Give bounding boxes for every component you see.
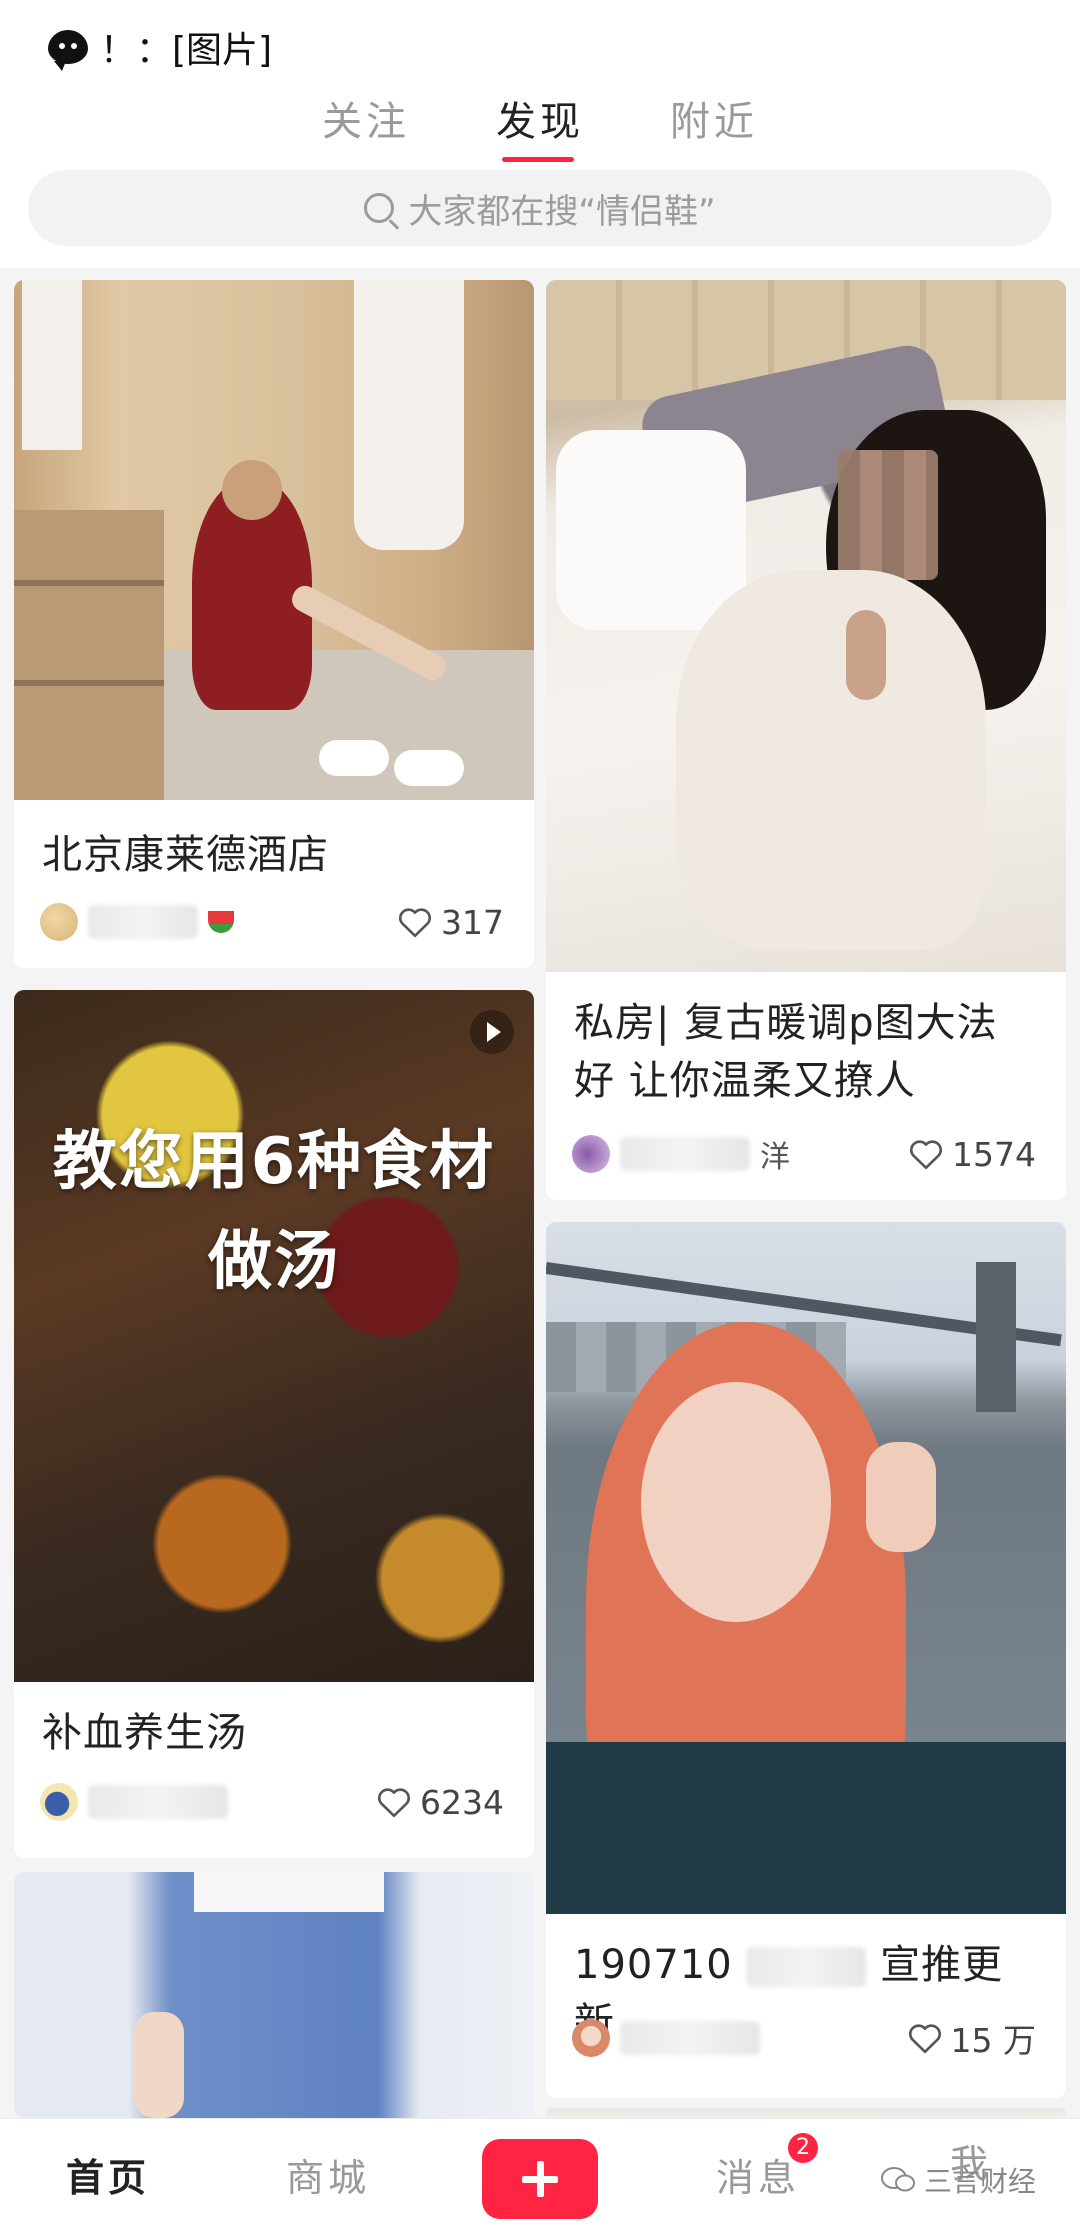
top-header: ！：[图片] 关注 发现 附近 大家都在搜“情侣鞋”: [0, 0, 1080, 268]
title-blurred: [746, 1947, 867, 1987]
like-count: 317: [441, 902, 504, 942]
author-name-blurred: [620, 2021, 760, 2055]
video-caption-line2: 做汤: [208, 1225, 340, 1299]
like-button[interactable]: 6234: [376, 1783, 504, 1822]
card-title: 北京康莱德酒店: [42, 832, 329, 878]
pixelated-face: [838, 450, 938, 580]
like-count: 15 万: [950, 2021, 1036, 2060]
search-icon: [364, 193, 395, 223]
watermelon-icon: [208, 911, 234, 933]
heart-icon: [910, 1140, 942, 1170]
feed-card-photo-editing[interactable]: 私房| 复古暖调p图大法 好 让你温柔又撩人 洋 1574: [546, 280, 1066, 1200]
feed-card-soup[interactable]: 教您用6种食材 做汤 补血养生汤 6234: [14, 990, 534, 1858]
author[interactable]: 洋: [572, 1132, 790, 1176]
feed-card-hotel[interactable]: 北京康莱德酒店 317: [14, 280, 534, 968]
author[interactable]: [40, 1783, 228, 1821]
feed-card-skirt[interactable]: [14, 1872, 534, 2118]
watermark: 三言财经: [880, 2160, 1036, 2200]
watermark-text: 三言财经: [924, 2165, 1037, 2198]
wechat-watermark-icon: [881, 2167, 915, 2192]
author-name-suffix: 洋: [760, 1140, 790, 1175]
nav-messages[interactable]: 消息: [716, 2147, 800, 2202]
search-bar[interactable]: 大家都在搜“情侣鞋”: [28, 170, 1052, 246]
top-tabs: 关注 发现 附近: [0, 92, 1080, 162]
card-meta: 15 万: [572, 2016, 1036, 2060]
search-placeholder: 大家都在搜“情侣鞋”: [408, 191, 716, 232]
messages-badge: 2: [788, 2133, 818, 2163]
post-button[interactable]: [482, 2139, 598, 2219]
card-image-closet: [14, 280, 534, 800]
avatar: [572, 1135, 610, 1173]
avatar: [40, 903, 78, 941]
heart-icon: [399, 908, 431, 938]
card-title: 补血养生汤: [42, 1710, 247, 1756]
play-icon: [470, 1010, 514, 1054]
card-title-line1: 私房| 复古暖调p图大法: [574, 1000, 998, 1046]
tab-nearby[interactable]: 附近: [670, 92, 758, 162]
tab-discover[interactable]: 发现: [496, 92, 584, 162]
like-button[interactable]: 1574: [908, 1135, 1036, 1174]
nav-home[interactable]: 首页: [66, 2147, 150, 2202]
like-button[interactable]: 317: [397, 903, 504, 942]
card-image-skirt: [14, 1872, 534, 2118]
card-image-bridge: [546, 1222, 1066, 1914]
like-count: 1574: [952, 1134, 1036, 1174]
avatar: [40, 1783, 78, 1821]
status-notification: ！：[图片]: [48, 22, 272, 72]
card-meta: 洋 1574: [572, 1132, 1036, 1176]
like-button[interactable]: 15 万: [907, 2014, 1036, 2062]
feed-card-promo-update[interactable]: 190710 宣推更新 15 万: [546, 1222, 1066, 2098]
heart-icon: [378, 1788, 410, 1818]
author[interactable]: [572, 2019, 760, 2057]
author-name-blurred: [620, 1137, 750, 1171]
nav-mall[interactable]: 商城: [286, 2147, 370, 2202]
card-meta: 317: [40, 900, 504, 944]
author-name-blurred: [88, 1785, 228, 1819]
feed-card-next[interactable]: [546, 2108, 1066, 2118]
avatar: [572, 2019, 610, 2057]
card-image-bed: [546, 280, 1066, 972]
wechat-icon: [48, 30, 88, 71]
notification-text: ！：[图片]: [100, 30, 273, 71]
video-caption-line1: 教您用6种食材: [52, 1125, 496, 1199]
author-name-blurred: [88, 905, 198, 939]
like-count: 6234: [420, 1782, 504, 1822]
card-title-line2: 好 让你温柔又撩人: [574, 1058, 916, 1104]
tab-follow[interactable]: 关注: [322, 92, 410, 162]
heart-icon: [908, 2024, 941, 2054]
card-meta: 6234: [40, 1780, 504, 1824]
card-image-next: [546, 2108, 1066, 2118]
card-image-soup: 教您用6种食材 做汤: [14, 990, 534, 1682]
card-title-start: 190710: [574, 1942, 733, 1988]
plus-icon: [482, 2139, 598, 2219]
author[interactable]: [40, 903, 234, 941]
